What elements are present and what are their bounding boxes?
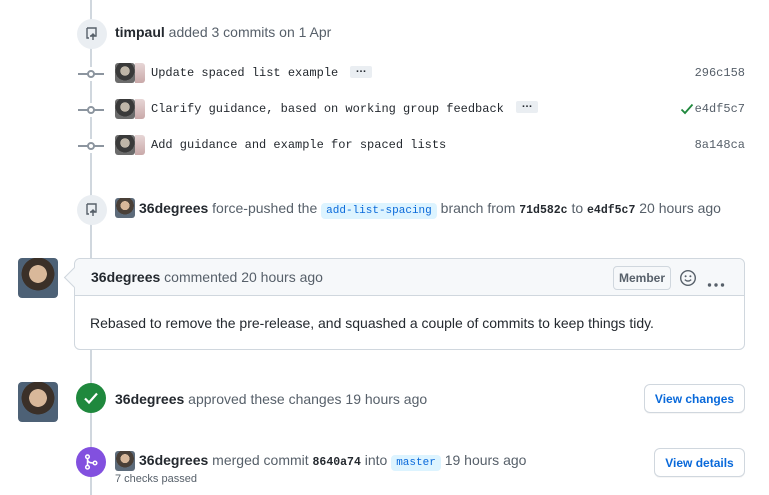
from-sha-link[interactable]: 71d582c xyxy=(519,204,567,217)
avatar[interactable] xyxy=(18,258,58,298)
force-push-action: force-pushed the xyxy=(212,200,318,216)
comment-time[interactable]: 20 hours ago xyxy=(241,269,323,285)
checks-status[interactable]: 7 checks passed xyxy=(115,473,197,485)
review-time[interactable]: 19 hours ago xyxy=(345,391,427,407)
commit-message-link[interactable]: Clarify guidance, based on working group… xyxy=(151,102,504,116)
check-icon[interactable] xyxy=(680,102,694,118)
push-action-text: added 3 commits on 1 Apr xyxy=(168,24,332,40)
review-author-link[interactable]: 36degrees xyxy=(115,391,184,407)
commit-sha-link[interactable]: 296c158 xyxy=(695,66,745,80)
commit-avatars[interactable] xyxy=(115,63,145,83)
commit-sha-link[interactable]: 8a148ca xyxy=(695,138,745,152)
commit-avatars[interactable] xyxy=(115,99,145,119)
commit-message-link[interactable]: Update spaced list example xyxy=(151,66,338,80)
force-push-line: 36degrees force-pushed the add-list-spac… xyxy=(139,200,721,219)
repo-push-icon xyxy=(77,195,107,225)
force-push-actor-link[interactable]: 36degrees xyxy=(139,200,208,216)
kebab-horizontal-icon[interactable] xyxy=(707,275,725,291)
repo-push-icon xyxy=(77,19,107,49)
view-changes-button[interactable]: View changes xyxy=(644,384,745,413)
comment-box: 36degrees commented 20 hours ago Member … xyxy=(74,258,745,350)
commit-expand-button[interactable]: … xyxy=(350,64,372,78)
review-line: 36degrees approved these changes 19 hour… xyxy=(115,391,427,407)
merge-sha-link[interactable]: 8640a74 xyxy=(313,456,361,469)
merge-into-text: into xyxy=(364,452,388,468)
comment-header: 36degrees commented 20 hours ago Member xyxy=(75,259,744,296)
check-circle-icon xyxy=(76,383,106,413)
view-details-button[interactable]: View details xyxy=(654,448,745,477)
push-actor-link[interactable]: timpaul xyxy=(115,24,165,40)
avatar[interactable] xyxy=(115,198,135,218)
commit-sha-link[interactable]: e4df5c7 xyxy=(695,102,745,116)
avatar[interactable] xyxy=(18,382,58,422)
commit-node-icon xyxy=(78,103,104,117)
merge-action: merged commit xyxy=(212,452,309,468)
comment-author-link[interactable]: 36degrees xyxy=(91,269,160,285)
commit-expand-button[interactable]: … xyxy=(516,99,538,113)
to-text: to xyxy=(571,200,584,216)
push-event-line: timpaul added 3 commits on 1 Apr xyxy=(115,24,331,40)
branch-label[interactable]: add-list-spacing xyxy=(321,203,437,219)
merge-time[interactable]: 19 hours ago xyxy=(445,452,527,468)
commit-node-icon xyxy=(78,67,104,81)
branch-from-text: branch from xyxy=(440,200,516,216)
avatar[interactable] xyxy=(115,451,135,471)
comment-action: commented xyxy=(164,269,238,285)
git-merge-icon xyxy=(76,447,106,477)
commit-message-link[interactable]: Add guidance and example for spaced list… xyxy=(151,138,446,152)
commit-avatars[interactable] xyxy=(115,135,145,155)
commit-node-icon xyxy=(78,139,104,153)
comment-meta: 36degrees commented 20 hours ago xyxy=(91,269,323,285)
branch-label[interactable]: master xyxy=(391,455,441,471)
force-push-time[interactable]: 20 hours ago xyxy=(639,200,721,216)
comment-body: Rebased to remove the pre-release, and s… xyxy=(90,315,654,331)
member-badge: Member xyxy=(613,266,672,290)
to-sha-link[interactable]: e4df5c7 xyxy=(587,204,635,217)
merge-line: 36degrees merged commit 8640a74 into mas… xyxy=(139,452,527,471)
review-action: approved these changes xyxy=(188,391,342,407)
merge-author-link[interactable]: 36degrees xyxy=(139,452,208,468)
smiley-icon[interactable] xyxy=(679,269,697,290)
